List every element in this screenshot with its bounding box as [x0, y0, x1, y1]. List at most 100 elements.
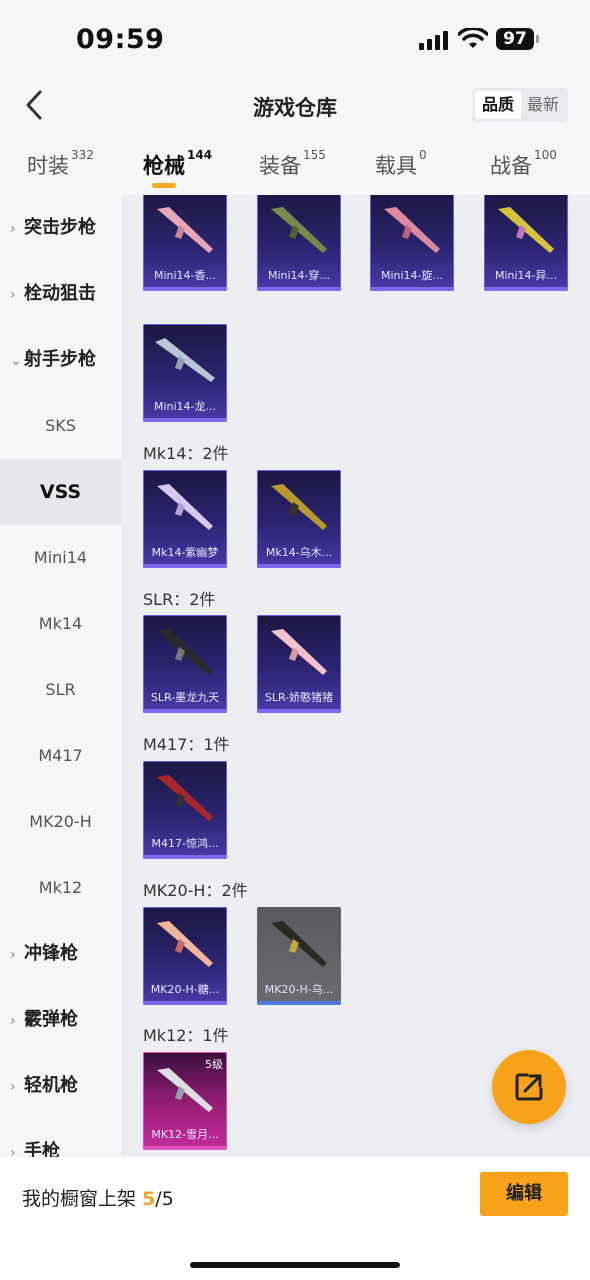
- rarity-bar: [484, 287, 568, 291]
- weapon-card[interactable]: Mini14-穿...: [257, 195, 341, 291]
- sidebar-item-sks[interactable]: SKS: [0, 393, 121, 459]
- chevron-right-icon: ›: [10, 1013, 16, 1029]
- tab-count: 155: [303, 148, 326, 162]
- tab-label: 战备: [490, 154, 532, 178]
- weapon-card[interactable]: Mini14-旋...: [370, 195, 454, 291]
- weapon-name: MK20-H-乌...: [264, 983, 334, 996]
- weapon-card[interactable]: SLR-墨龙九天: [143, 615, 227, 713]
- rifle-icon: [157, 1068, 213, 1112]
- weapon-name: SLR-娇憨猪猪: [264, 691, 334, 704]
- sidebar-item-dmr[interactable]: ⌄ 射手步枪: [0, 327, 121, 393]
- weapon-name: Mini14-旋...: [380, 269, 444, 282]
- sidebar-item-label: 轻机枪: [24, 1075, 78, 1096]
- tab-fashion[interactable]: 时装 332: [27, 148, 94, 180]
- tab-count: 0: [419, 148, 427, 162]
- rarity-bar: [370, 287, 454, 291]
- tab-supplies[interactable]: 战备 100: [490, 148, 557, 180]
- battery-indicator: 97: [496, 28, 539, 50]
- sidebar-item-mk20h[interactable]: MK20-H: [0, 789, 121, 855]
- group-label-mk12: Mk12：1件: [143, 1026, 229, 1045]
- tab-vehicles[interactable]: 载具 0: [375, 148, 427, 180]
- sidebar-item-bolt-sniper[interactable]: › 栓动狙击: [0, 261, 121, 327]
- weapon-card[interactable]: Mk14-乌木...: [257, 470, 341, 568]
- signal-icon: [419, 31, 448, 50]
- weapon-card[interactable]: Mini14-香...: [143, 195, 227, 291]
- sidebar-item-label: 霰弹枪: [24, 1009, 78, 1030]
- tab-count: 144: [187, 148, 213, 162]
- rifle-icon: [384, 207, 440, 253]
- showcase-status: 我的橱窗上架 5/5: [22, 1184, 174, 1211]
- rarity-bar: [143, 287, 227, 291]
- chevron-right-icon: ›: [10, 287, 16, 303]
- rifle-icon: [271, 921, 327, 967]
- tab-equipment[interactable]: 装备 155: [259, 148, 326, 180]
- bottom-bar: 我的橱窗上架 5/5 编辑: [0, 1157, 590, 1280]
- weapon-card[interactable]: 5级 MK12-雪月...: [143, 1052, 227, 1150]
- weapon-name: Mini14-香...: [153, 269, 217, 282]
- sidebar-item-shotgun[interactable]: › 霰弹枪: [0, 987, 121, 1053]
- chevron-right-icon: ›: [10, 947, 16, 963]
- showcase-total: /5: [155, 1188, 174, 1210]
- sort-quality-button[interactable]: 品质: [475, 91, 521, 119]
- sidebar-item-vss[interactable]: VSS: [0, 459, 121, 525]
- sidebar-item-assault-rifle[interactable]: › 突击步枪: [0, 195, 121, 261]
- rarity-bar: [257, 287, 341, 291]
- weapon-name: Mk14-紫幽梦: [151, 546, 219, 559]
- weapon-name: SLR-墨龙九天: [150, 691, 220, 704]
- sidebar-item-label: 冲锋枪: [24, 943, 78, 964]
- chevron-right-icon: ›: [10, 221, 16, 237]
- rifle-icon: [155, 338, 215, 382]
- showcase-label: 我的橱窗上架: [22, 1188, 137, 1210]
- external-link-icon: [515, 1073, 543, 1101]
- sidebar-item-mk14[interactable]: Mk14: [0, 591, 121, 657]
- weapon-name: M417-惊鸿...: [151, 837, 219, 850]
- rifle-icon: [271, 629, 327, 675]
- weapon-name: Mini14-穿...: [267, 269, 331, 282]
- chevron-down-icon: ⌄: [10, 353, 22, 369]
- sidebar-item-slr[interactable]: SLR: [0, 657, 121, 723]
- sort-latest-button[interactable]: 最新: [520, 91, 566, 119]
- sidebar: › 突击步枪 › 栓动狙击 ⌄ 射手步枪 SKS VSS Mini14 Mk14 SL…: [0, 195, 121, 1157]
- rifle-icon: [271, 207, 327, 253]
- sidebar-item-pistol[interactable]: › 手枪: [0, 1119, 121, 1157]
- group-label-mk20h: MK20-H：2件: [143, 881, 248, 900]
- weapon-grid: Mini14-香... Mini14-穿... Mini14-旋... Mini…: [121, 195, 590, 1157]
- weapon-card[interactable]: Mini14-异...: [484, 195, 568, 291]
- rifle-icon: [157, 775, 213, 821]
- chevron-right-icon: ›: [10, 1079, 16, 1095]
- weapon-name: Mini14-异...: [494, 269, 558, 282]
- rarity-bar: [143, 418, 227, 422]
- rifle-icon: [157, 484, 213, 530]
- weapon-card[interactable]: Mini14-龙...: [143, 324, 227, 422]
- showcase-count: 5: [142, 1188, 156, 1210]
- group-label-slr: SLR：2件: [143, 590, 216, 609]
- home-indicator[interactable]: [190, 1262, 400, 1268]
- weapon-name: Mk14-乌木...: [265, 546, 333, 559]
- share-fab-button[interactable]: [492, 1050, 566, 1124]
- edit-button[interactable]: 编辑: [480, 1172, 568, 1216]
- wifi-icon: [458, 28, 488, 48]
- weapon-name: MK20-H-糖...: [150, 983, 220, 996]
- weapon-card[interactable]: M417-惊鸿...: [143, 761, 227, 859]
- sidebar-item-label: 栓动狙击: [24, 283, 96, 304]
- weapon-name: MK12-雪月...: [151, 1128, 219, 1141]
- sidebar-item-lmg[interactable]: › 轻机枪: [0, 1053, 121, 1119]
- weapon-card[interactable]: Mk14-紫幽梦: [143, 470, 227, 568]
- weapon-card[interactable]: MK20-H-糖...: [143, 907, 227, 1005]
- header: 游戏仓库 品质 最新: [0, 80, 590, 132]
- sidebar-item-mk12[interactable]: Mk12: [0, 855, 121, 921]
- sidebar-item-smg[interactable]: › 冲锋枪: [0, 921, 121, 987]
- weapon-card[interactable]: MK20-H-乌...: [257, 907, 341, 1005]
- tab-count: 100: [534, 148, 557, 162]
- tab-label: 载具: [375, 154, 417, 178]
- weapon-card[interactable]: SLR-娇憨猪猪: [257, 615, 341, 713]
- rarity-bar: [143, 1001, 227, 1005]
- rarity-bar: [257, 1001, 341, 1005]
- sidebar-item-mini14[interactable]: Mini14: [0, 525, 121, 591]
- tab-guns[interactable]: 枪械 144: [143, 148, 213, 180]
- rifle-icon: [157, 921, 213, 967]
- rarity-bar: [257, 564, 341, 568]
- tab-count: 332: [71, 148, 94, 162]
- sidebar-item-m417[interactable]: M417: [0, 723, 121, 789]
- rifle-icon: [498, 207, 554, 253]
